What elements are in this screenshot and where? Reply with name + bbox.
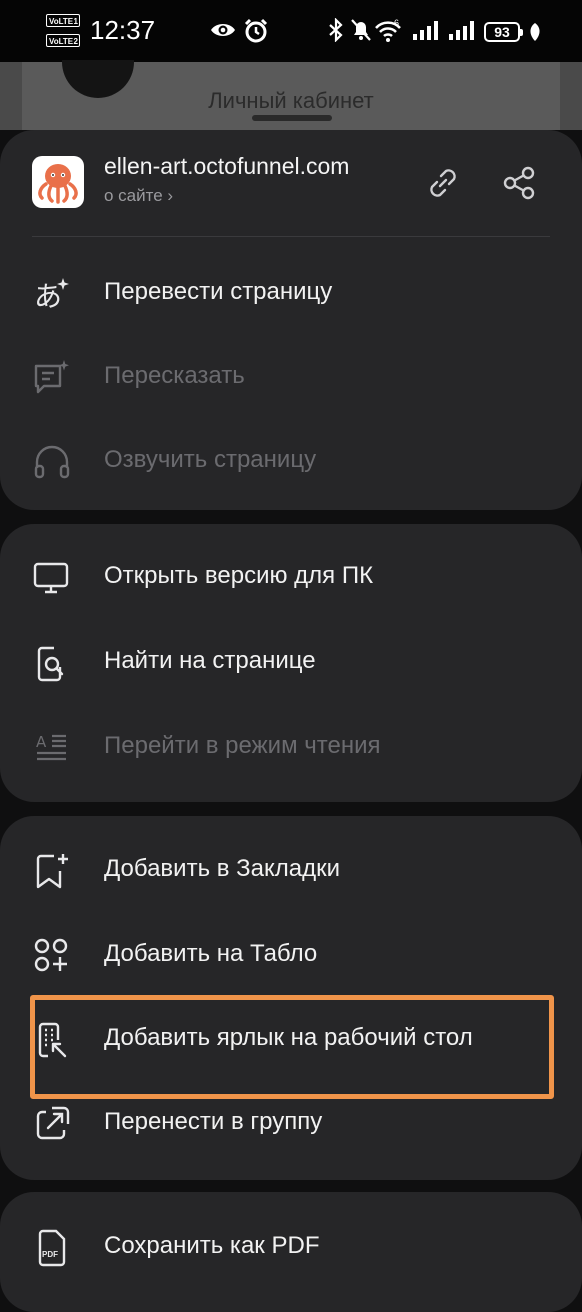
sim-number: 1 [73, 17, 78, 26]
find-in-page-icon [32, 643, 72, 683]
bluetooth-icon [328, 18, 344, 42]
menu-item-label: Сохранить как PDF [104, 1232, 320, 1259]
pdf-icon-text: PDF [42, 1250, 58, 1259]
menu-item-label: Перевести страницу [104, 278, 333, 305]
menu-item-label: Найти на странице [104, 647, 316, 674]
signal-sim1-icon [412, 18, 440, 42]
sheet-drag-handle[interactable] [252, 115, 332, 121]
svg-text:A: A [36, 733, 47, 751]
translate-icon: あ [32, 274, 72, 314]
copy-link-button[interactable] [422, 162, 464, 204]
signal-sim2-icon [448, 18, 476, 42]
menu-item-label: Добавить в Закладки [104, 855, 341, 882]
menu-item-add-bookmark[interactable]: Добавить в Закладки [0, 835, 582, 905]
site-about-link[interactable]: о сайте › [104, 186, 173, 206]
share-icon [503, 166, 535, 200]
status-time: 12:37 [90, 15, 156, 45]
pdf-icon: PDF [32, 1228, 72, 1268]
leaf-icon [528, 22, 542, 42]
menu-item-desktop-version[interactable]: Открыть версию для ПК [0, 542, 582, 612]
reader-mode-icon: A [32, 728, 72, 768]
bookmark-add-icon [32, 851, 72, 891]
menu-item-label: Перенести в группу [104, 1108, 323, 1135]
menu-item-summarize[interactable]: Пересказать [0, 342, 582, 412]
volte-label: VoLTE [49, 37, 74, 46]
menu-item-label: Добавить на Табло [104, 940, 318, 967]
summary-icon [32, 358, 72, 398]
eye-icon [210, 18, 236, 42]
link-icon [430, 169, 456, 197]
menu-item-add-to-dashboard[interactable]: Добавить на Табло [0, 920, 582, 990]
menu-item-read-aloud[interactable]: Озвучить страницу [0, 426, 582, 496]
background-page-label: Личный кабинет [208, 88, 374, 113]
octopus-logo-icon [32, 156, 84, 208]
menu-item-move-to-group[interactable]: Перенести в группу [0, 1088, 582, 1158]
share-button[interactable] [498, 162, 540, 204]
volte-sim1-icon: VoLTE 1 [46, 14, 80, 27]
headphones-icon [32, 442, 72, 482]
menu-item-reader-mode[interactable]: A Перейти в режим чтения [0, 712, 582, 782]
wifi-badge: 6 [394, 18, 399, 28]
menu-item-label: Озвучить страницу [104, 446, 317, 473]
move-to-group-icon [32, 1104, 72, 1144]
battery-indicator: 93 [484, 22, 523, 42]
mute-bell-icon [350, 18, 372, 42]
menu-item-label: Открыть версию для ПК [104, 562, 374, 589]
site-domain: ellen-art.octofunnel.com [104, 153, 350, 179]
wifi-icon: 6 [374, 18, 404, 44]
divider [32, 236, 550, 237]
dashboard-add-icon [32, 936, 72, 976]
sim-number: 2 [73, 37, 78, 46]
menu-item-find-in-page[interactable]: Найти на странице [0, 627, 582, 697]
volte-sim2-icon: VoLTE 2 [46, 34, 80, 47]
highlight-frame [30, 995, 554, 1099]
menu-item-label: Пересказать [104, 362, 245, 389]
monitor-icon [32, 558, 72, 598]
status-bar: VoLTE 1 VoLTE 2 12:37 6 93 [0, 0, 582, 62]
menu-item-translate[interactable]: あ Перевести страницу [0, 258, 582, 328]
volte-label: VoLTE [49, 17, 74, 26]
alarm-icon [244, 18, 268, 44]
menu-item-label: Перейти в режим чтения [104, 732, 381, 759]
svg-text:あ: あ [34, 280, 62, 313]
menu-item-save-pdf[interactable]: PDF Сохранить как PDF [0, 1212, 582, 1282]
